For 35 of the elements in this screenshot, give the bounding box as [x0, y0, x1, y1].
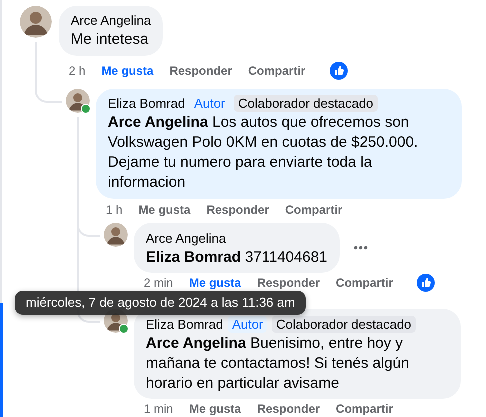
reply-button[interactable]: Responder [257, 401, 320, 417]
top-fan-badge: Colaborador destacado [234, 95, 378, 112]
share-button[interactable]: Compartir [285, 202, 343, 218]
thumbs-up-icon[interactable] [417, 274, 436, 292]
author-name[interactable]: Eliza Bomrad [108, 95, 186, 112]
thread-connector [77, 223, 100, 237]
thread-connector [35, 89, 62, 103]
comment-text: Arce Angelina Los autos que ofrecemos son Volkswagen Polo 0KM en cuotas de $250.000. Dejame tu numero para enviarte toda la informacion [108, 113, 420, 193]
reply-button[interactable]: Responder [257, 275, 320, 291]
comment-text: Me intetesa [71, 30, 150, 50]
reply-button[interactable]: Responder [170, 63, 232, 79]
author-name[interactable]: Arce Angelina [71, 12, 152, 29]
share-button[interactable]: Compartir [336, 275, 394, 291]
date-tooltip: miércoles, 7 de agosto de 2024 a las 11:36 am [15, 291, 306, 315]
avatar[interactable] [20, 6, 52, 38]
comment-time[interactable]: 2 h [69, 63, 86, 79]
comment-time[interactable]: 2 min [144, 275, 174, 291]
comment-text: Arce Angelina Buenisimo, entre hoy y mañana te contactamos! Si tenés algún horario en particular avisame [146, 334, 410, 394]
comment-text: Eliza Bomrad 3711404681 [146, 248, 328, 268]
author-badge: Autor [228, 316, 268, 333]
share-button[interactable]: Compartir [336, 401, 394, 417]
like-button[interactable]: Me gusta [102, 63, 154, 79]
author-name[interactable]: Arce Angelina [146, 230, 226, 247]
reply-button[interactable]: Responder [206, 202, 270, 218]
share-button[interactable]: Compartir [248, 63, 306, 79]
avatar[interactable] [66, 89, 90, 113]
avatar[interactable] [104, 223, 128, 247]
comment-time[interactable]: 1 min [144, 401, 174, 417]
thumbs-up-icon[interactable] [330, 62, 348, 80]
comment-time[interactable]: 1 h [106, 202, 123, 218]
like-button[interactable]: Me gusta [189, 275, 242, 291]
like-button[interactable]: Me gusta [189, 401, 242, 417]
top-fan-badge: Colaborador destacado [272, 316, 416, 333]
like-button[interactable]: Me gusta [138, 202, 191, 218]
author-name[interactable]: Eliza Bomrad [146, 316, 224, 333]
